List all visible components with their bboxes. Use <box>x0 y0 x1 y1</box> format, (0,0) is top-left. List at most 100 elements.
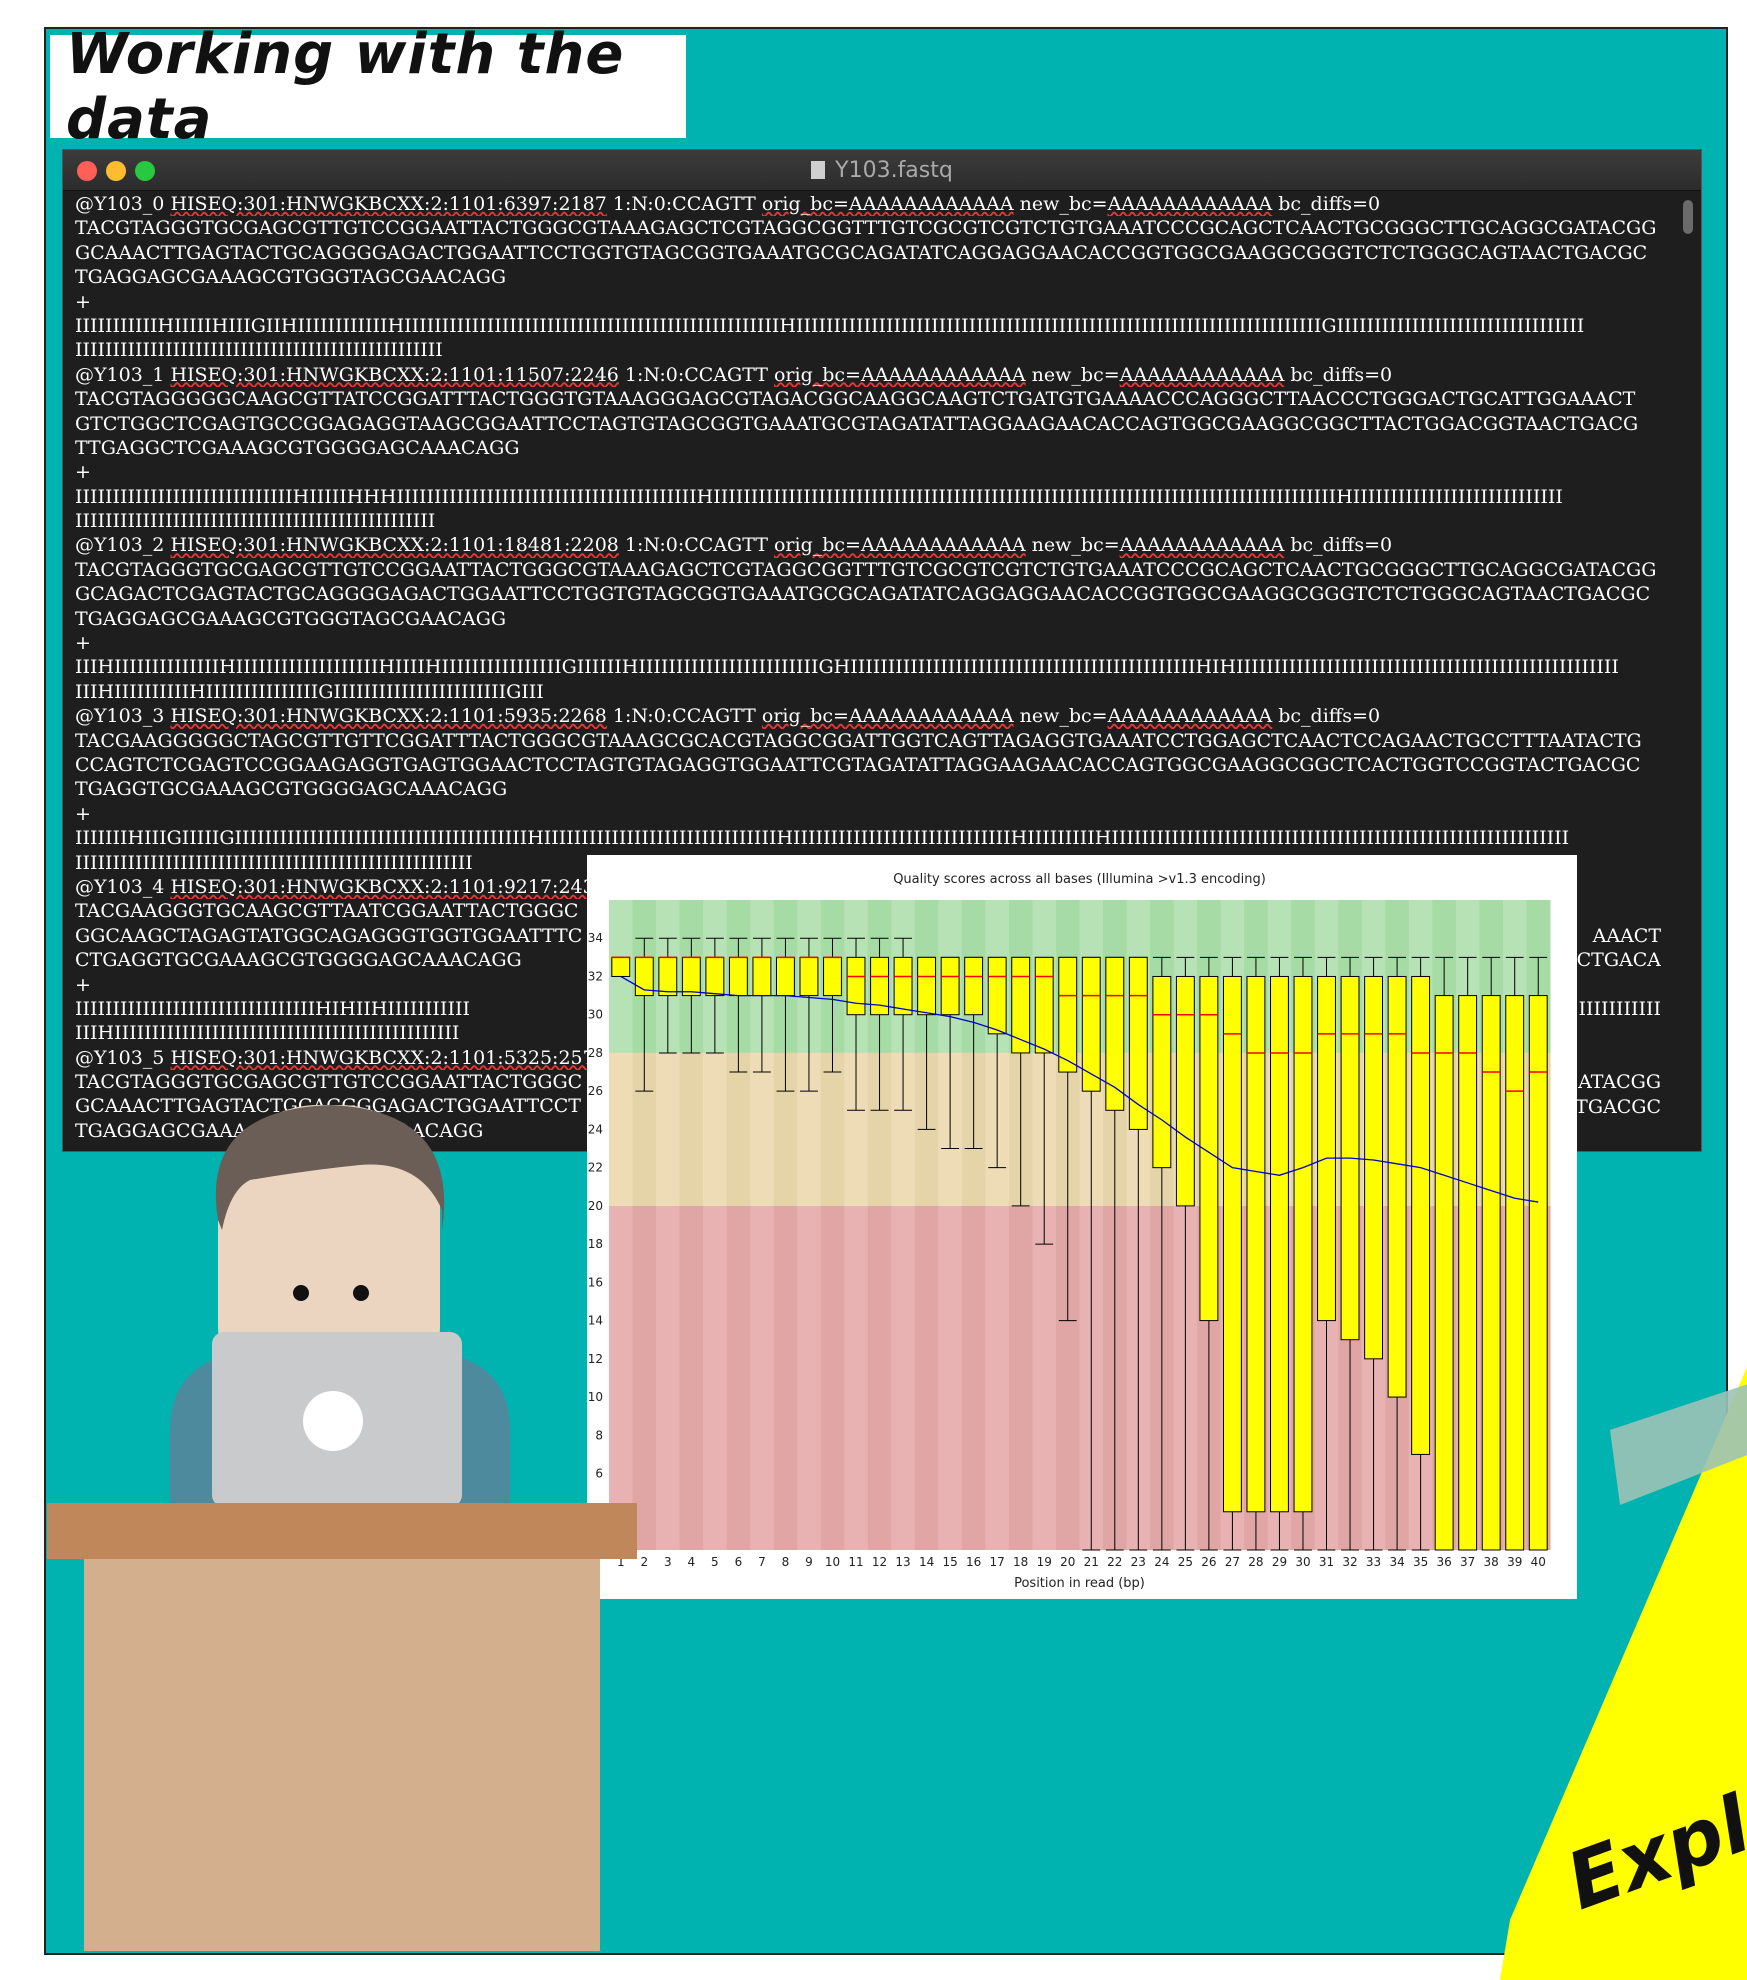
box <box>823 956 842 997</box>
zone-poor-band <box>985 1205 1010 1550</box>
header-part-u1: HISEQ:301:HNWGKBCXX:2:1101:9217:2438 <box>170 875 607 898</box>
box <box>1128 956 1148 1130</box>
y-tick-label: 34 <box>588 931 603 945</box>
header-part-u3: AAAAAAAAAAAA <box>1119 534 1285 557</box>
x-tick-label: 29 <box>1272 1555 1287 1569</box>
box <box>1034 956 1054 1054</box>
x-tick-label: 18 <box>1013 1555 1028 1569</box>
header-part-post: bc_diffs=0 <box>1272 193 1381 215</box>
box <box>728 956 748 997</box>
box <box>658 956 678 997</box>
x-tick-label: 3 <box>664 1555 672 1569</box>
terminal-fragment: ATACGG <box>1578 1071 1661 1094</box>
x-tick-label: 25 <box>1178 1555 1193 1569</box>
terminal-line: IIIIIIIIIIIHIIIIIHIIIGIIHIIIIIIIIIIIIHII… <box>75 314 1585 337</box>
terminal-line: TACGTAGGGTGCGAGCGTTGTCCGGAATTACTGGGCGTAA… <box>75 558 1657 581</box>
header-part-u3: AAAAAAAAAAAA <box>1107 193 1273 215</box>
zone-ok-band <box>609 1052 634 1206</box>
header-part-mid2: new_bc= <box>1025 363 1120 386</box>
zone-ok-band <box>703 1052 728 1206</box>
y-tick-label: 8 <box>595 1428 603 1442</box>
box <box>940 956 960 1016</box>
terminal-line: @Y103_1 HISEQ:301:HNWGKBCXX:2:1101:11507… <box>75 363 1661 387</box>
box <box>611 956 631 977</box>
x-tick-label: 26 <box>1201 1555 1216 1569</box>
x-axis-label: Position in read (bp) <box>1014 1576 1145 1591</box>
sticky-note: Explo <box>1500 1367 1747 1980</box>
y-tick-label: 24 <box>588 1122 603 1136</box>
zone-poor-band <box>656 1205 681 1550</box>
box <box>987 956 1007 1035</box>
terminal-line: + <box>75 802 91 825</box>
person-illustration <box>170 1105 510 1510</box>
header-part-u1: HISEQ:301:HNWGKBCXX:2:1101:5325:2570 <box>170 1046 607 1069</box>
zone-poor-band <box>703 1205 728 1550</box>
header-part-pre: @Y103_1 <box>75 363 171 386</box>
zone-ok-band <box>656 1052 681 1206</box>
header-part-pre: @Y103_5 <box>75 1046 171 1069</box>
terminal-line: + <box>75 632 91 655</box>
terminal-fragment: CTGACA <box>1576 949 1661 972</box>
y-tick-label: 16 <box>588 1275 603 1289</box>
zone-poor-band <box>1032 1205 1057 1550</box>
terminal-line: IIIHIIIIIIIIIIIIIIHIIIIIIIIIIIIIIIIIIIHI… <box>75 656 1619 679</box>
x-tick-label: 6 <box>735 1555 743 1569</box>
header-part-u1: HISEQ:301:HNWGKBCXX:2:1101:18481:2208 <box>170 534 619 557</box>
y-tick-label: 6 <box>595 1467 603 1481</box>
box <box>705 956 725 997</box>
box <box>1458 995 1478 1551</box>
laptop-logo-icon <box>303 1391 363 1451</box>
x-tick-label: 19 <box>1037 1555 1052 1569</box>
zone-poor-band <box>750 1205 775 1550</box>
box <box>1387 975 1407 1398</box>
x-tick-label: 32 <box>1342 1555 1357 1569</box>
box <box>799 956 819 997</box>
y-tick-label: 32 <box>588 969 603 983</box>
box <box>917 956 937 1016</box>
x-tick-label: 12 <box>872 1555 887 1569</box>
box <box>681 956 701 997</box>
x-tick-label: 31 <box>1319 1555 1334 1569</box>
x-tick-label: 9 <box>805 1555 813 1569</box>
left-eye <box>293 1285 309 1301</box>
box <box>1270 975 1289 1513</box>
scrollbar-thumb[interactable] <box>1683 200 1693 234</box>
zone-poor-band <box>632 1205 657 1550</box>
terminal-fragment: TGACGC <box>1575 1095 1661 1118</box>
x-tick-label: 11 <box>848 1555 863 1569</box>
terminal-line: CCAGTCTCGAGTCCGGAAGAGGTGAGTGGAACTCCTAGTG… <box>75 753 1641 776</box>
header-part-pre: @Y103_4 <box>75 875 171 898</box>
header-part-mid: 1:N:0:CCAGTT <box>618 534 774 557</box>
zone-poor-band <box>1008 1205 1033 1550</box>
header-part-u1: HISEQ:301:HNWGKBCXX:2:1101:6397:2187 <box>170 193 607 215</box>
header-part-post: bc_diffs=0 <box>1284 534 1393 557</box>
terminal-fragment: AAACT <box>1592 925 1661 947</box>
x-tick-label: 30 <box>1295 1555 1310 1569</box>
box <box>1293 975 1313 1513</box>
x-tick-label: 5 <box>711 1555 719 1569</box>
terminal-line: @Y103_2 HISEQ:301:HNWGKBCXX:2:1101:18481… <box>75 533 1661 557</box>
x-tick-label: 7 <box>758 1555 766 1569</box>
x-tick-label: 15 <box>942 1555 957 1569</box>
terminal-line: + <box>75 461 91 484</box>
terminal-fragment: IIIIIIIIIII <box>1578 998 1661 1021</box>
header-part-u2: orig_bc=AAAAAAAAAAAA <box>761 193 1014 215</box>
zone-poor-band <box>609 1205 634 1550</box>
terminal-line: IIIHIIIIIIIIIIHIIIIIIIIIIIIIIIGIIIIIIIII… <box>75 680 544 703</box>
x-tick-label: 27 <box>1225 1555 1240 1569</box>
header-part-pre: @Y103_0 <box>75 193 171 215</box>
quality-boxplot: Quality scores across all bases (Illumin… <box>588 872 1551 1591</box>
window-titlebar[interactable]: Y103.fastq <box>63 150 1701 191</box>
terminal-line: TGAGGAGCGAAAGCGTGGGTAGCGAACAGG <box>75 266 507 289</box>
terminal-line: TGAGGAGCGAAAGCGTGGGTAGCGAACAGG <box>75 607 507 630</box>
zone-poor-band <box>726 1205 751 1550</box>
terminal-line: IIIIIIIIIIIIIIIIIIIIIIIIIIIIIIIIIIIIIIII… <box>75 339 443 362</box>
zone-poor-band <box>797 1205 822 1550</box>
zone-poor-band <box>961 1205 986 1550</box>
x-tick-label: 38 <box>1484 1555 1499 1569</box>
y-tick-label: 10 <box>588 1390 603 1404</box>
x-tick-label: 36 <box>1436 1555 1451 1569</box>
header-part-mid2: new_bc= <box>1013 193 1108 215</box>
right-eye <box>353 1285 369 1301</box>
header-part-u3: AAAAAAAAAAAA <box>1119 363 1285 386</box>
